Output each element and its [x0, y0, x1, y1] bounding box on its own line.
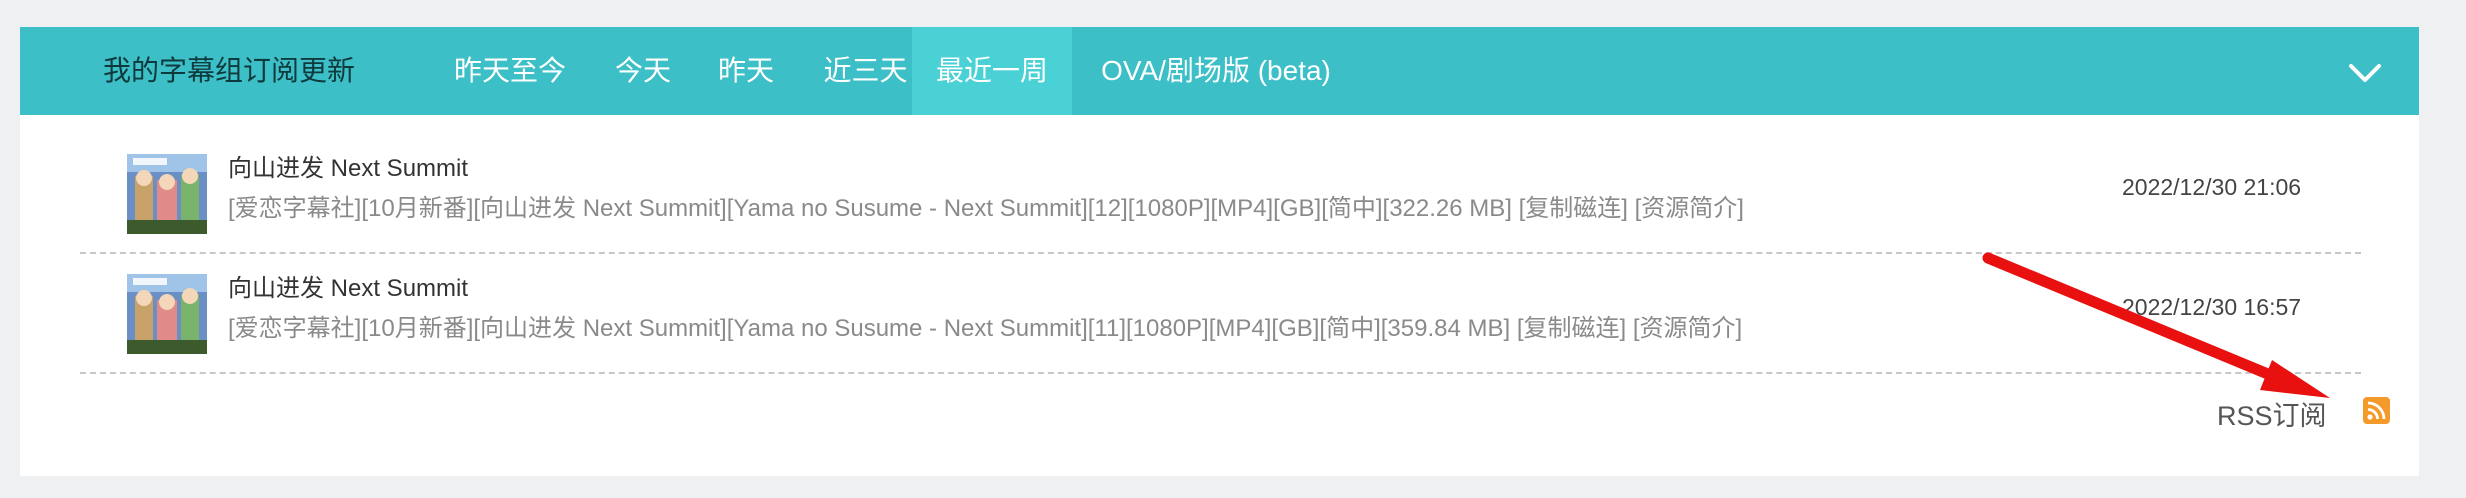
tab-since-yesterday[interactable]: 昨天至今 [430, 27, 590, 115]
nav-title: 我的字幕组订阅更新 [103, 55, 356, 86]
chevron-down-icon[interactable] [2347, 55, 2383, 91]
list-item: 向山进发 Next Summit [爱恋字幕社][10月新番][向山进发 Nex… [80, 134, 2361, 254]
release-date: 2022/12/30 16:57 [2122, 294, 2302, 320]
release-details: [爱恋字幕社][10月新番][向山进发 Next Summit][Yama no… [228, 308, 1742, 343]
rss-subscribe-link[interactable]: RSS订阅 [2217, 394, 2327, 433]
tab-ova-movie[interactable]: OVA/剧场版 (beta) [1090, 27, 1342, 115]
list-item: 向山进发 Next Summit [爱恋字幕社][10月新番][向山进发 Nex… [80, 254, 2361, 374]
tab-last-week[interactable]: 最近一周 [912, 27, 1072, 115]
release-name: [爱恋字幕社][10月新番][向山进发 Next Summit][Yama no… [228, 315, 1511, 342]
release-details: [爱恋字幕社][10月新番][向山进发 Next Summit][Yama no… [228, 188, 1744, 223]
subscription-panel: 我的字幕组订阅更新 昨天至今 今天 昨天 近三天 最近一周 OVA/剧场版 (b… [20, 27, 2419, 476]
copy-magnet-link[interactable]: [复制磁连] [1517, 315, 1626, 342]
resource-intro-link[interactable]: [资源简介] [1635, 195, 1744, 222]
copy-magnet-link[interactable]: [复制磁连] [1519, 195, 1628, 222]
release-name: [爱恋字幕社][10月新番][向山进发 Next Summit][Yama no… [228, 195, 1512, 222]
tab-today[interactable]: 今天 [598, 27, 688, 115]
release-date: 2022/12/30 21:06 [2122, 174, 2302, 200]
rss-icon[interactable] [2363, 397, 2390, 424]
anime-title[interactable]: 向山进发 Next Summit [228, 268, 468, 303]
anime-thumbnail[interactable] [127, 154, 207, 234]
tab-yesterday[interactable]: 昨天 [701, 27, 791, 115]
tab-last-three-days[interactable]: 近三天 [803, 27, 928, 115]
anime-title[interactable]: 向山进发 Next Summit [228, 148, 468, 183]
resource-intro-link[interactable]: [资源简介] [1633, 315, 1742, 342]
top-nav: 我的字幕组订阅更新 昨天至今 今天 昨天 近三天 最近一周 OVA/剧场版 (b… [20, 27, 2419, 115]
anime-thumbnail[interactable] [127, 274, 207, 354]
